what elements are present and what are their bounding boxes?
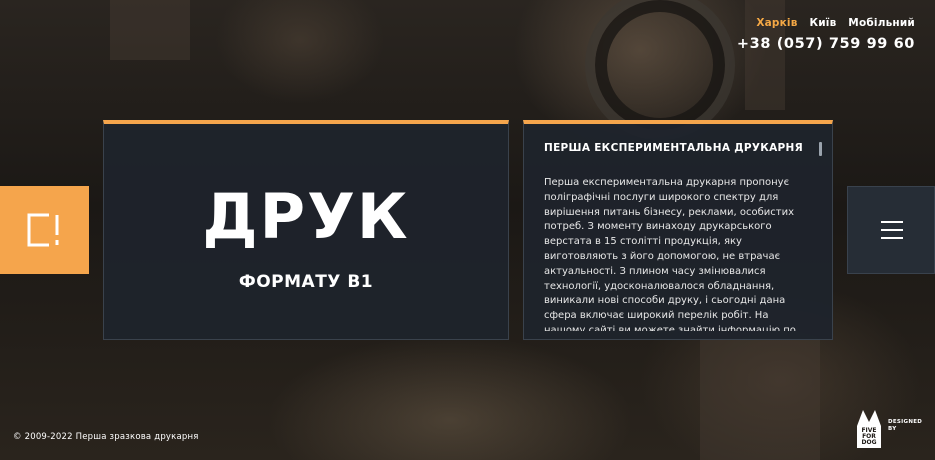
hero-subtitle: ФОРМАТУ В1 — [238, 272, 374, 292]
background-shape — [110, 0, 190, 60]
header-contacts: Харків Київ Мобільний +38 (057) 759 99 6… — [737, 17, 915, 52]
menu-button[interactable] — [847, 186, 935, 274]
designed-by-line-1: DESIGNED — [888, 419, 923, 425]
info-card: ПЕРША ЕКСПЕРИМЕНТАЛЬНА ДРУКАРНЯ Перша ек… — [523, 120, 833, 340]
info-heading: ПЕРША ЕКСПЕРИМЕНТАЛЬНА ДРУКАРНЯ — [544, 142, 804, 154]
background-shape — [700, 340, 820, 460]
info-text: Перша експериментальна друкарня пропонує… — [544, 177, 796, 331]
city-selector: Харків Київ Мобільний — [737, 17, 915, 29]
designer-credit[interactable]: FIVE FOR DOG DESIGNED BY — [855, 408, 925, 448]
copyright-text: © 2009-2022 Перша зразкова друкарня — [13, 432, 199, 442]
hamburger-menu-icon — [881, 221, 903, 239]
city-link-kharkiv[interactable]: Харків — [756, 17, 797, 29]
bracket-square-icon — [27, 213, 61, 247]
phone-number[interactable]: +38 (057) 759 99 60 — [737, 36, 915, 52]
designer-brand-line-3: DOG — [861, 439, 876, 446]
background-machine-wheel — [585, 0, 735, 140]
designed-by-label: DESIGNED BY — [888, 419, 922, 433]
dog-logo-icon: FIVE FOR DOG — [857, 410, 881, 448]
city-link-mobile[interactable]: Мобільний — [848, 17, 915, 29]
logo-button[interactable] — [0, 186, 89, 274]
hero-card: ДРУК ФОРМАТУ В1 — [103, 120, 509, 340]
info-scrollbar[interactable] — [819, 142, 822, 156]
hero-title: ДРУК — [202, 180, 410, 253]
city-link-kyiv[interactable]: Київ — [809, 17, 836, 29]
designed-by-line-2: BY — [888, 426, 897, 432]
